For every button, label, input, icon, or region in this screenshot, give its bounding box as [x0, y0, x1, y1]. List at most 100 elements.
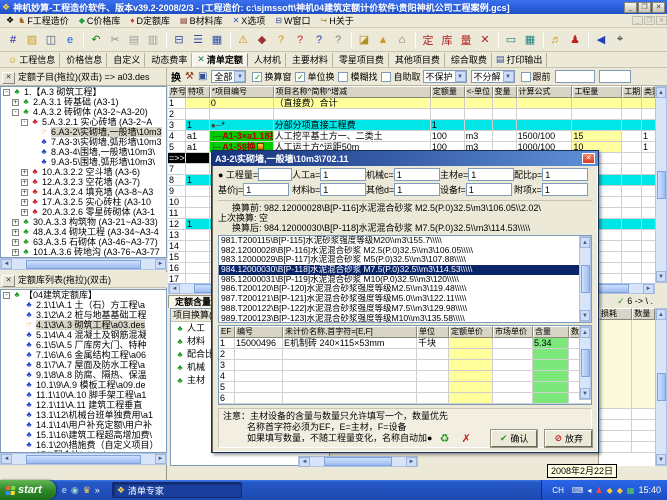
- field-input[interactable]: 1: [542, 168, 588, 181]
- search-input-2[interactable]: [599, 70, 631, 83]
- view-tab[interactable]: 价格信息: [60, 53, 107, 67]
- toolbar-button[interactable]: 定: [419, 31, 437, 49]
- field-input[interactable]: 1: [394, 183, 440, 196]
- expand-toggle-icon[interactable]: +: [12, 229, 19, 236]
- tray-icon[interactable]: ⌨: [572, 486, 584, 495]
- expand-toggle-icon[interactable]: +: [12, 249, 19, 256]
- view-tab[interactable]: ▤ 打印输出: [492, 53, 548, 67]
- expand-toggle-icon[interactable]: +: [21, 199, 28, 206]
- list-item[interactable]: 985.12000031\B[P-119]水泥混合砂浆 M10(P.0)32.5…: [219, 275, 591, 285]
- taskbar-task-button[interactable]: ❖ 清单专家: [112, 482, 242, 498]
- view-tab[interactable]: ✕ 清单定额: [192, 53, 248, 67]
- view-tab[interactable]: 动态费率: [145, 53, 192, 67]
- mini-table-row[interactable]: [599, 397, 655, 408]
- column-header[interactable]: 序号: [168, 86, 186, 98]
- toolbar-button[interactable]: [166, 32, 167, 48]
- field-input[interactable]: 1: [320, 168, 366, 181]
- tree-item[interactable]: ♣ 10.1\9\A.9 模板工程\a09.de: [1, 380, 166, 390]
- tree-item[interactable]: + ♣ 2.A.3.1 砖基础 (A3-1): [1, 97, 166, 107]
- tree-item[interactable]: ♣ 5.1\4\A.4 混凝土及钢筋混凝: [1, 330, 166, 340]
- tree-item[interactable]: ♣ 9.1\8\A.8 防腐、隔热、保温: [1, 370, 166, 380]
- toolbar-button[interactable]: ◆: [253, 31, 271, 49]
- dialog-close-button[interactable]: ✕: [582, 153, 595, 164]
- cancel-button[interactable]: ⊘ 放弃: [545, 430, 592, 447]
- table-row[interactable]: 1 0 （直接费）合计: [168, 98, 655, 109]
- material-row[interactable]: 6: [219, 393, 591, 404]
- tree-item[interactable]: + ♣ 14.A.3.2.4 填充墙 (A3-8~A3: [1, 187, 166, 197]
- column-header[interactable]: 编号: [235, 326, 283, 338]
- scroll-up-icon[interactable]: ▲: [656, 87, 666, 98]
- material-row[interactable]: 2: [219, 349, 591, 360]
- expand-toggle-icon[interactable]: -: [12, 109, 19, 116]
- mini-table-row[interactable]: [599, 331, 655, 342]
- column-header[interactable]: 变量: [493, 86, 517, 98]
- tree-item[interactable]: ♣ 12.1\11\A.11 建筑工程垂直: [1, 400, 166, 410]
- quick-launch-icon[interactable]: ♛: [83, 485, 91, 496]
- tree1-horizontal-scrollbar[interactable]: ◄ ►: [0, 258, 167, 270]
- toolbar-button[interactable]: [351, 32, 352, 48]
- toolbar-button[interactable]: [588, 32, 589, 48]
- menu-item[interactable]: ♦ D定额库: [130, 14, 170, 27]
- toolbar-button[interactable]: ▦: [208, 31, 226, 49]
- view-tab[interactable]: 人材机: [248, 53, 286, 67]
- tree-item[interactable]: + ♣ 48.A.3.4 砌块工程 (A3-34~A3-4: [1, 227, 166, 237]
- table-row[interactable]: 4 a1 ├─A1-3×a1.18换 人工挖平基土方一、二类土 100 m3 1…: [168, 131, 655, 142]
- field-input[interactable]: 1: [243, 183, 289, 196]
- quick-launch-icon[interactable]: »: [95, 485, 100, 495]
- mini-table-row[interactable]: [599, 441, 655, 452]
- column-header[interactable]: EF: [219, 326, 235, 338]
- menu-item[interactable]: ✕ X选项: [233, 14, 266, 27]
- tree-item[interactable]: ☞ 4.1\3\A.3 砌筑工程\a03.des: [1, 320, 166, 330]
- tree-item[interactable]: + ♣ 30.A.3.3 构筑物 (A3-21~A3-33): [1, 217, 166, 227]
- view-tab[interactable]: 自定义: [107, 53, 145, 67]
- tree-item[interactable]: ♣ 7.1\6\A.6 金属结构工程\a06: [1, 350, 166, 360]
- view-tab[interactable]: 零星项目费: [333, 53, 389, 67]
- minimize-button[interactable]: _: [624, 2, 637, 13]
- material-row[interactable]: 5: [219, 382, 591, 393]
- toolbar-button[interactable]: ▲: [374, 31, 392, 49]
- expand-toggle-icon[interactable]: +: [12, 219, 19, 226]
- toolbar-button[interactable]: [230, 32, 231, 48]
- field-input[interactable]: 1: [542, 183, 588, 196]
- tree-item[interactable]: - ♣ 【04建筑定额库】: [1, 290, 166, 300]
- toolbar-button[interactable]: ⌂: [393, 31, 411, 49]
- scope-dropdown[interactable]: 全部 ▼: [211, 70, 246, 83]
- quick-launch-icon[interactable]: ◉: [71, 485, 79, 496]
- list-item[interactable]: 986.T200120\B[P-120]水泥混合砂浆强度等级M2.5\\m3\1…: [219, 284, 591, 294]
- expand-toggle-icon[interactable]: +: [12, 99, 19, 106]
- tree-item[interactable]: ♣ 8.A3-4\围墙,一般墙\10m3\: [1, 147, 166, 157]
- toolbar-button[interactable]: ✕: [476, 31, 494, 49]
- mini-table-row[interactable]: [599, 375, 655, 386]
- protect-dropdown[interactable]: 不保护 ▼: [423, 70, 467, 83]
- panel-close-icon[interactable]: ✕: [2, 275, 15, 287]
- menu-item[interactable]: ▤ B材料库: [180, 14, 223, 27]
- column-header[interactable]: 工期: [622, 86, 642, 98]
- scroll-left-icon[interactable]: ◄: [1, 454, 12, 464]
- tray-icon[interactable]: ▦: [627, 486, 635, 495]
- tree-item[interactable]: + ♣ 63.A.3.5 石砌体 (A3-46~A3-77): [1, 237, 166, 247]
- tree-item[interactable]: - ♣ 5.A.3.2.1 实心砖墙 (A3-2~A: [1, 117, 166, 127]
- toolbar-button[interactable]: [415, 32, 416, 48]
- toolbar-button[interactable]: ▥: [144, 31, 162, 49]
- column-header[interactable]: 类别: [642, 86, 655, 98]
- view-tab[interactable]: 综合取费: [445, 53, 492, 67]
- table-vertical-scrollbar[interactable]: ▲ ▼: [579, 326, 591, 400]
- tree-item[interactable]: ☞ 6.A3-2\实砌墙,一般墙\10m3: [1, 127, 166, 137]
- toolbar-button[interactable]: ?: [310, 31, 328, 49]
- refresh-icon[interactable]: ♻: [440, 432, 450, 445]
- tree-item[interactable]: + ♣ 20.A.3.2.6 零星砖砌体 (A3-1: [1, 207, 166, 217]
- mdi-minimize-button[interactable]: _: [632, 16, 643, 25]
- split-dropdown[interactable]: 不分解 ▼: [471, 70, 515, 83]
- scrollbar-thumb[interactable]: [657, 171, 666, 199]
- toolbar-button[interactable]: ↶: [87, 31, 105, 49]
- list-item[interactable]: 984.12000030\B[P-118]水泥混合砂浆 M7.5(P.0)32.…: [219, 265, 591, 275]
- menu-item[interactable]: ◆ C价格库: [79, 14, 121, 27]
- toolbar-button[interactable]: [83, 32, 84, 48]
- mini-table-row[interactable]: [599, 408, 655, 419]
- menu-item[interactable]: ♞ F工程造价: [18, 14, 69, 27]
- menu-item[interactable]: ↪ H关于: [321, 14, 354, 27]
- tree-item[interactable]: ♣ 3.1\2\A.2 桩与地基基础工程: [1, 310, 166, 320]
- toolbar-button[interactable]: ✂: [106, 31, 124, 49]
- toolbar-button[interactable]: 库: [438, 31, 456, 49]
- column-header[interactable]: 特项: [186, 86, 210, 98]
